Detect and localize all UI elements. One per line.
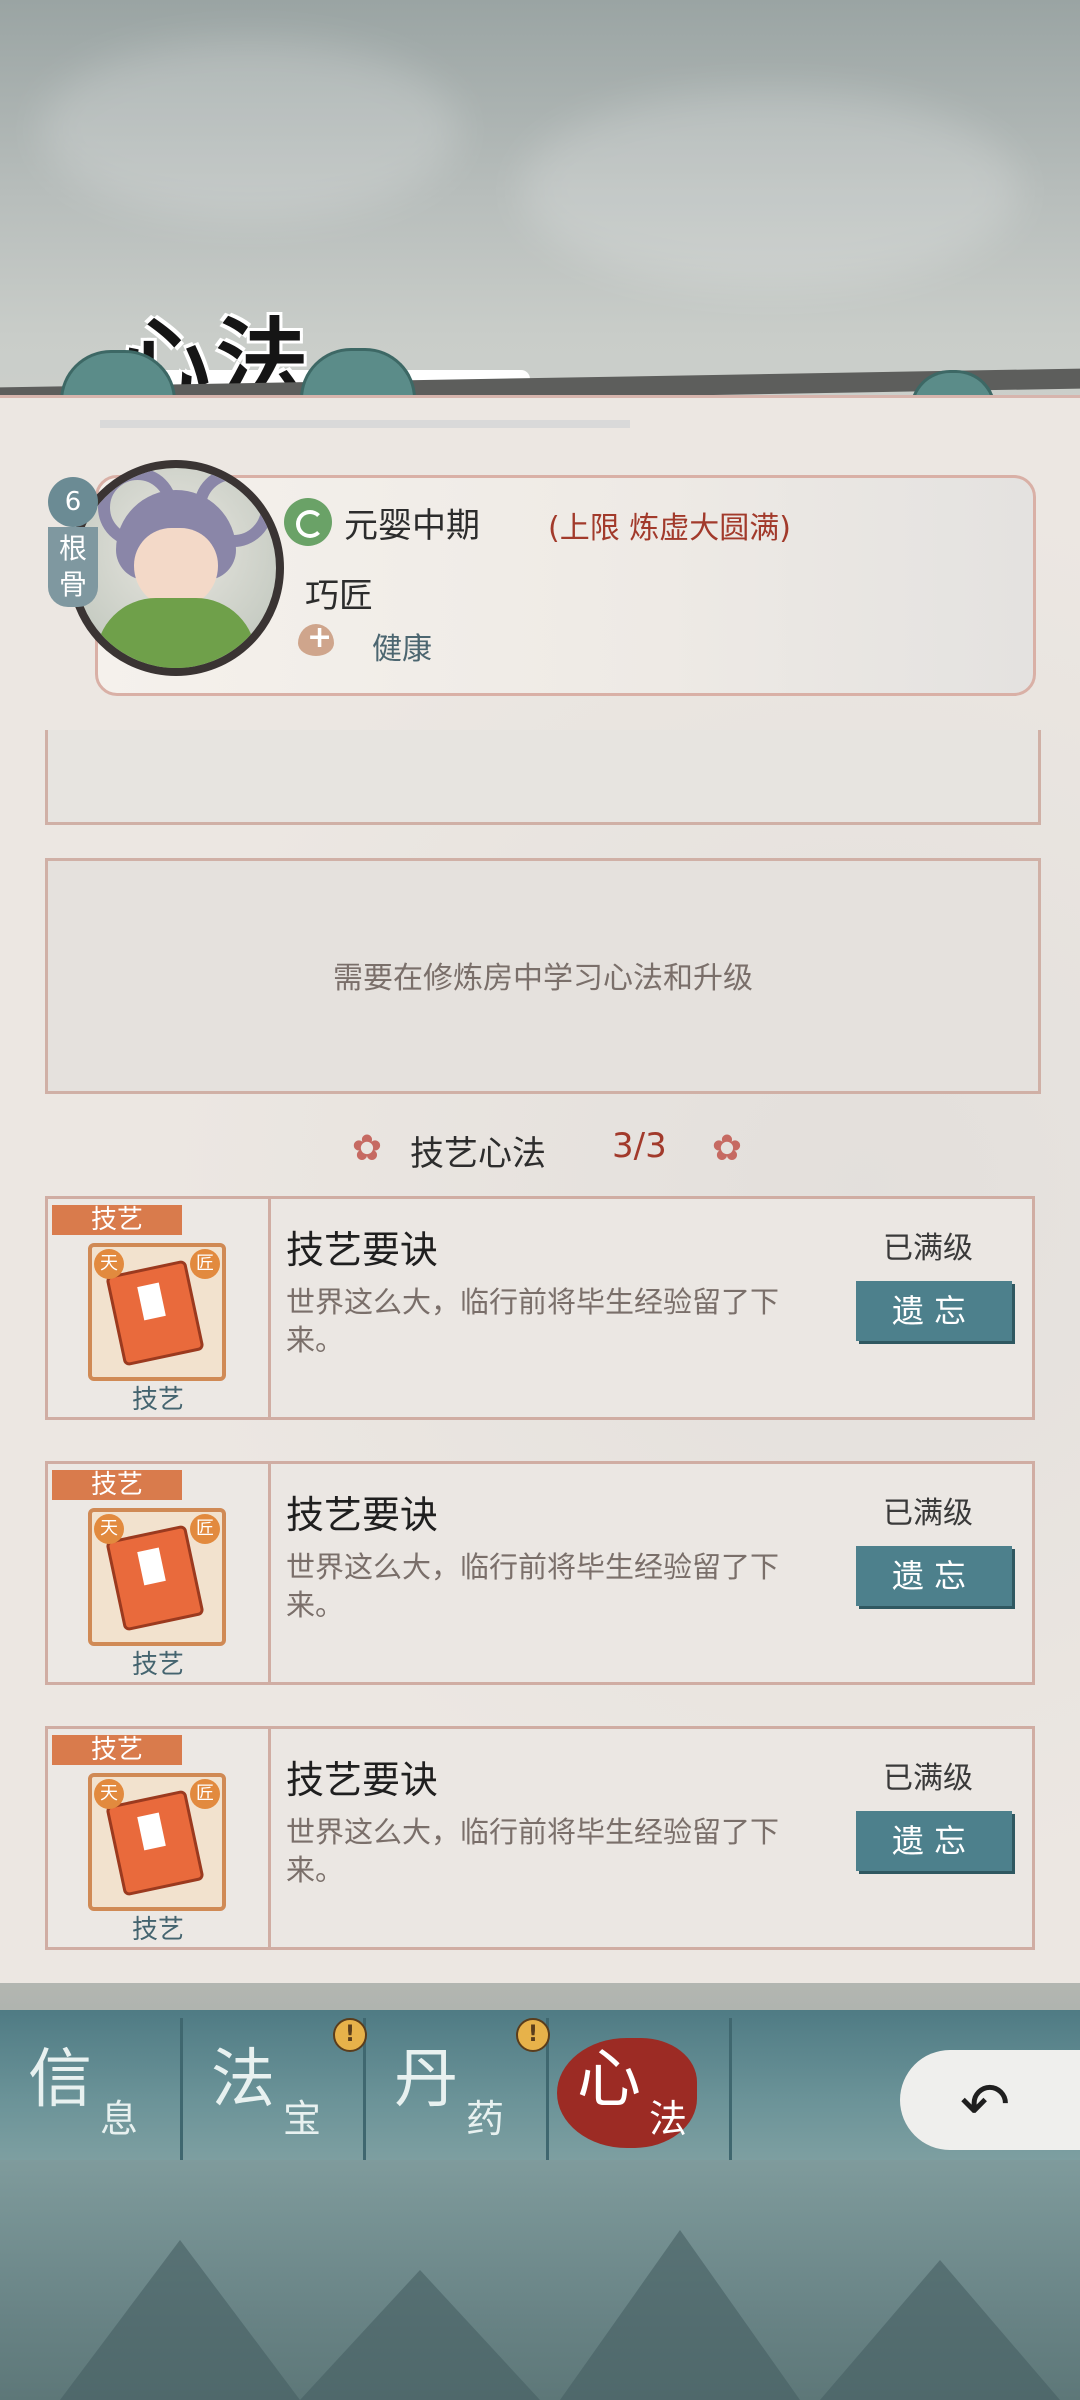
tab-treasure-sub: 宝 (283, 2097, 322, 2141)
back-arrow-icon: ↶ (960, 2070, 1011, 2140)
health-status-text: 健康 (372, 632, 432, 667)
skill-tag: 技艺 (52, 1205, 182, 1235)
health-heart-icon (298, 620, 334, 656)
section-header: ✿ 技艺心法 3/3 ✿ (350, 1124, 750, 1174)
skill-book-icon: 天 匠 (88, 1773, 226, 1911)
skill-description: 世界这么大，临行前将毕生经验留了下来。 (286, 1815, 780, 1887)
root-label: 根骨 (48, 527, 98, 607)
notice-text: 需要在修炼房中学习心法和升级 (333, 961, 753, 996)
realm-limit-text: (上限 炼虚大圆满) (548, 511, 791, 546)
skill-card[interactable]: 技艺 天 匠 技艺 技艺要诀 世界这么大，临行前将毕生经验留了下来。 已满级 遗… (45, 1196, 1035, 1420)
tab-pills[interactable]: 丹 药 ! (366, 2018, 550, 2168)
tab-treasure[interactable]: 法 宝 ! (183, 2018, 367, 2168)
skill-description: 世界这么大，临行前将毕生经验留了下来。 (286, 1285, 780, 1357)
sky-cloud (520, 90, 1020, 290)
profession-text: 巧匠 (305, 576, 373, 616)
realm-text: 元婴中期 (344, 506, 480, 546)
tab-info-main: 信 (28, 2043, 92, 2117)
tab-mindmethod-sub: 法 (649, 2097, 688, 2141)
skill-name: 技艺要诀 (286, 1758, 439, 1802)
skill-tag: 技艺 (52, 1470, 182, 1500)
tab-mindmethod[interactable]: 心 法 (549, 2018, 732, 2168)
skill-badge-right: 匠 (190, 1779, 220, 1809)
skill-badge-left: 天 (94, 1249, 124, 1279)
skill-status: 已满级 (883, 1496, 973, 1531)
alert-icon: ! (516, 2018, 550, 2052)
skill-status: 已满级 (883, 1231, 973, 1266)
skill-book-icon: 天 匠 (88, 1243, 226, 1381)
skill-badge-left: 天 (94, 1779, 124, 1809)
tab-info-sub: 息 (100, 2097, 139, 2141)
realm-spiral-icon (284, 498, 332, 546)
skill-description: 世界这么大，临行前将毕生经验留了下来。 (286, 1550, 780, 1622)
mountain-shape (560, 2230, 800, 2400)
header-divider (100, 420, 630, 428)
notice-box: 需要在修炼房中学习心法和升级 (45, 858, 1041, 1094)
skill-icon-area[interactable]: 技艺 天 匠 技艺 (48, 1199, 271, 1417)
sky-cloud (40, 40, 460, 220)
tab-pills-main: 丹 (394, 2043, 458, 2117)
section-count: 3/3 (612, 1126, 667, 1166)
mountain-shape (60, 2240, 300, 2400)
flower-icon: ✿ (351, 1128, 383, 1169)
flower-icon: ✿ (711, 1128, 743, 1169)
skill-card[interactable]: 技艺 天 匠 技艺 技艺要诀 世界这么大，临行前将毕生经验留了下来。 已满级 遗… (45, 1461, 1035, 1685)
skill-badge-left: 天 (94, 1514, 124, 1544)
skill-subtitle: 技艺 (131, 1650, 184, 1680)
landscape-background (0, 2160, 1080, 2400)
skill-subtitle: 技艺 (131, 1385, 184, 1415)
skill-badge-right: 匠 (190, 1514, 220, 1544)
mountain-shape (820, 2260, 1060, 2400)
tab-mindmethod-main: 心 (577, 2043, 641, 2117)
character-avatar[interactable] (68, 460, 284, 676)
skill-tag: 技艺 (52, 1735, 182, 1765)
skill-name: 技艺要诀 (286, 1493, 439, 1537)
tab-pills-sub: 药 (466, 2097, 505, 2141)
skill-badge-right: 匠 (190, 1249, 220, 1279)
skill-card[interactable]: 技艺 天 匠 技艺 技艺要诀 世界这么大，临行前将毕生经验留了下来。 已满级 遗… (45, 1726, 1035, 1950)
forget-button[interactable]: 遗忘 (856, 1546, 1012, 1606)
section-title: 技艺心法 (410, 1134, 546, 1174)
skill-status: 已满级 (883, 1761, 973, 1796)
skill-icon-area[interactable]: 技艺 天 匠 技艺 (48, 1729, 271, 1947)
skill-subtitle: 技艺 (131, 1915, 184, 1945)
skill-icon-area[interactable]: 技艺 天 匠 技艺 (48, 1464, 271, 1682)
skill-name: 技艺要诀 (286, 1228, 439, 1272)
tab-treasure-main: 法 (211, 2043, 275, 2117)
empty-slot-box (45, 730, 1041, 825)
root-level-badge: 6 (48, 477, 98, 527)
forget-button[interactable]: 遗忘 (856, 1281, 1012, 1341)
tab-info[interactable]: 信 息 (0, 2018, 183, 2168)
alert-icon: ! (333, 2018, 367, 2052)
back-button[interactable]: ↶ (900, 2050, 1080, 2150)
forget-button[interactable]: 遗忘 (856, 1811, 1012, 1871)
skill-book-icon: 天 匠 (88, 1508, 226, 1646)
mountain-shape (300, 2270, 540, 2400)
